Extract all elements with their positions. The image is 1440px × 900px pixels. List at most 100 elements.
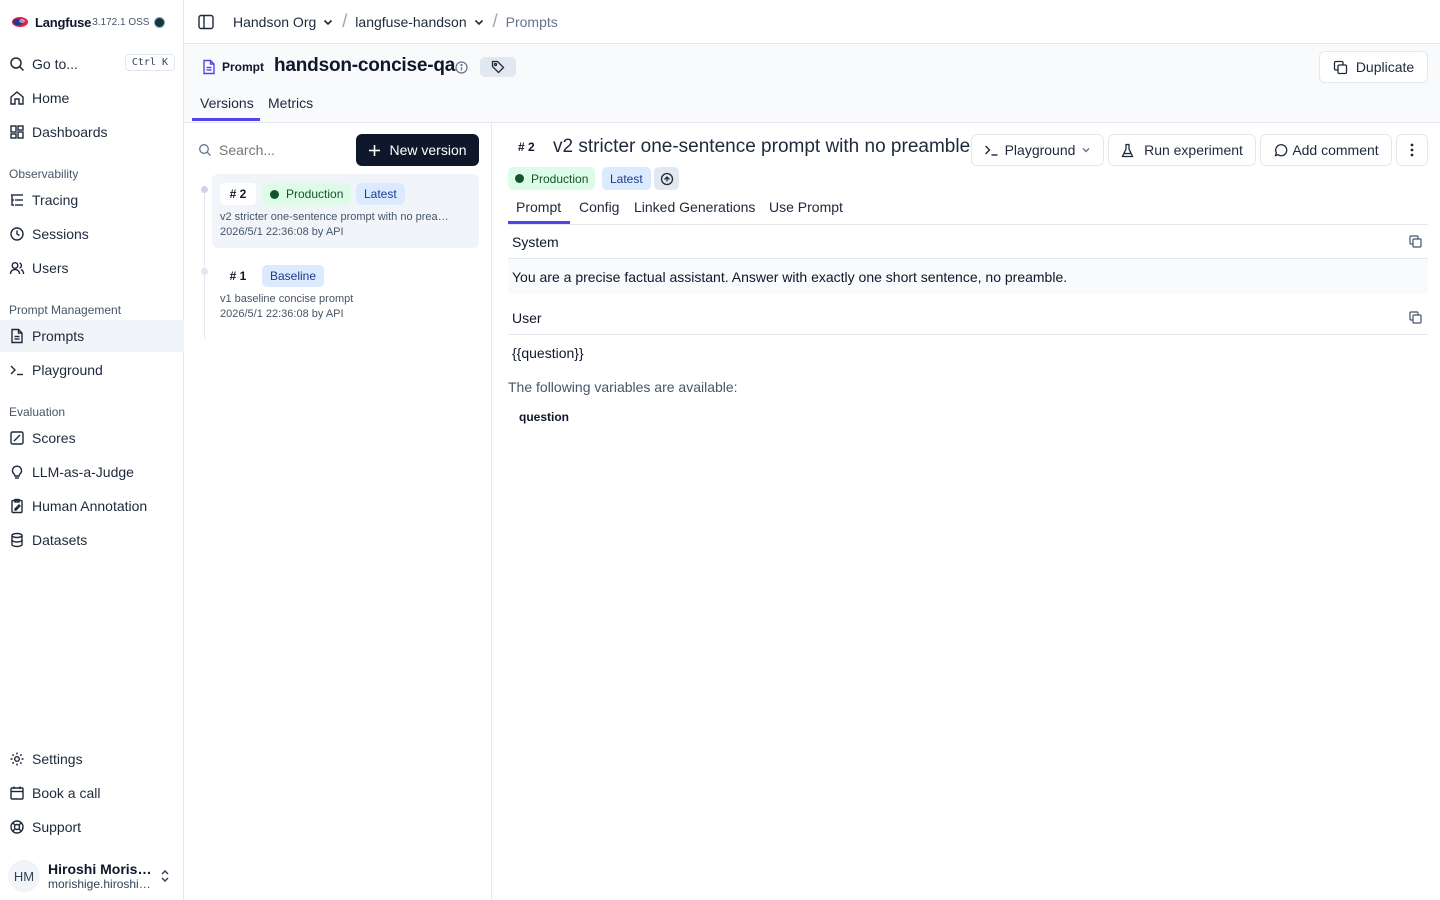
flask-icon bbox=[1121, 143, 1134, 158]
breadcrumb-page[interactable]: Prompts bbox=[506, 14, 558, 30]
search-box[interactable] bbox=[198, 137, 348, 163]
avatar: HM bbox=[8, 860, 40, 892]
sidebar-item-support[interactable]: Support bbox=[0, 811, 184, 843]
chevron-down-icon bbox=[1081, 145, 1091, 155]
sidebar-item-users[interactable]: Users bbox=[0, 252, 184, 284]
tab-versions[interactable]: Versions bbox=[200, 95, 254, 111]
chevrons-up-down-icon bbox=[158, 868, 172, 884]
dashboard-icon bbox=[9, 124, 25, 140]
version-item-2[interactable]: # 2 Production Latest v2 stricter one-se… bbox=[212, 174, 479, 248]
production-label: Production bbox=[531, 171, 589, 186]
breadcrumb-separator: / bbox=[342, 11, 348, 31]
playground-button[interactable]: Playground bbox=[971, 134, 1104, 166]
sidebar-item-dashboards[interactable]: Dashboards bbox=[0, 116, 184, 148]
message-user-header: User bbox=[508, 301, 1428, 335]
brand[interactable]: Langfuse 3.172.1 OSS bbox=[0, 0, 184, 44]
sidebar-item-label: Dashboards bbox=[32, 124, 108, 140]
sidebar-item-llm-judge[interactable]: LLM-as-a-Judge bbox=[0, 456, 184, 488]
copy-icon[interactable] bbox=[1409, 235, 1422, 248]
user-menu[interactable]: HM Hiroshi Moris… morishige.hiroshi… bbox=[0, 856, 184, 896]
breadcrumb-org[interactable]: Handson Org bbox=[233, 14, 334, 30]
page-title: handson-concise-qa bbox=[274, 55, 456, 76]
add-tag-button[interactable] bbox=[480, 57, 516, 77]
version-detail: # 2 v2 stricter one-sentence prompt with… bbox=[492, 123, 1440, 900]
sidebar-item-settings[interactable]: Settings bbox=[0, 743, 184, 775]
sidebar-item-prompts[interactable]: Prompts bbox=[0, 320, 184, 352]
sidebar-item-human-annotation[interactable]: Human Annotation bbox=[0, 490, 184, 522]
sidebar-item-playground[interactable]: Playground bbox=[0, 354, 184, 386]
clipboard-pen-icon bbox=[9, 498, 25, 514]
baseline-badge: Baseline bbox=[262, 265, 325, 287]
new-version-label: New version bbox=[389, 142, 467, 158]
production-badge: Production bbox=[508, 167, 596, 190]
versions-panel: New version # 2 Production Latest v2 str… bbox=[184, 123, 492, 900]
latest-badge: Latest bbox=[602, 167, 651, 190]
sidebar-item-label: Support bbox=[32, 819, 82, 835]
tab-versions-indicator bbox=[192, 118, 260, 121]
prompt-kind-label: Prompt bbox=[222, 60, 264, 74]
breadcrumb-project[interactable]: langfuse-handson bbox=[355, 14, 484, 30]
goto-command[interactable]: Go to... Ctrl K bbox=[0, 48, 184, 80]
version-meta: 2026/5/1 22:36:08 by API bbox=[220, 308, 344, 320]
section-prompt-management: Prompt Management bbox=[9, 303, 122, 317]
duplicate-label: Duplicate bbox=[1355, 59, 1415, 75]
prompt-header: Prompt handson-concise-qa Duplicate Vers… bbox=[184, 45, 1440, 123]
sidebar-item-label: Tracing bbox=[32, 192, 79, 208]
edit-labels-button[interactable] bbox=[654, 167, 679, 190]
search-icon bbox=[198, 143, 212, 157]
sidebar-item-label: Book a call bbox=[32, 785, 101, 801]
sidebar-item-datasets[interactable]: Datasets bbox=[0, 524, 184, 556]
tag-icon bbox=[491, 60, 505, 74]
lightbulb-icon bbox=[9, 464, 25, 480]
tab-metrics[interactable]: Metrics bbox=[268, 95, 313, 111]
sidebar-item-label: Sessions bbox=[32, 226, 89, 242]
circle-arrow-icon bbox=[660, 172, 674, 186]
home-icon bbox=[9, 90, 25, 106]
status-indicator bbox=[155, 17, 165, 27]
sidebar-toggle-icon[interactable] bbox=[197, 13, 215, 31]
breadcrumb-org-label: Handson Org bbox=[233, 13, 317, 30]
message-user-content: {{question}} bbox=[512, 345, 584, 361]
sidebar-item-label: Playground bbox=[32, 362, 103, 378]
database-icon bbox=[9, 532, 25, 548]
add-comment-label: Add comment bbox=[1292, 142, 1379, 158]
tab-use-prompt[interactable]: Use Prompt bbox=[769, 199, 843, 215]
status-dot bbox=[515, 174, 524, 183]
version-item-1[interactable]: # 1 Baseline v1 baseline concise prompt … bbox=[212, 256, 479, 330]
tab-linked-generations[interactable]: Linked Generations bbox=[634, 199, 755, 215]
clock-icon bbox=[9, 226, 25, 242]
new-version-button[interactable]: New version bbox=[356, 134, 479, 166]
chevron-down-icon bbox=[322, 16, 334, 28]
add-comment-button[interactable]: Add comment bbox=[1260, 134, 1392, 166]
search-input[interactable] bbox=[219, 142, 339, 158]
brand-version: 3.172.1 OSS bbox=[92, 16, 150, 28]
duplicate-button[interactable]: Duplicate bbox=[1319, 51, 1428, 83]
playground-label: Playground bbox=[1004, 142, 1076, 158]
variables-label: The following variables are available: bbox=[508, 379, 738, 395]
sidebar-item-sessions[interactable]: Sessions bbox=[0, 218, 184, 250]
terminal-icon bbox=[9, 362, 25, 378]
plus-icon bbox=[368, 144, 381, 157]
sidebar-item-tracing[interactable]: Tracing bbox=[0, 184, 184, 216]
sidebar-item-label: Datasets bbox=[32, 532, 88, 548]
timeline-line bbox=[204, 187, 205, 339]
message-circle-icon bbox=[1273, 143, 1288, 158]
breadcrumb-project-label: langfuse-handson bbox=[355, 13, 467, 30]
sidebar-item-label: Home bbox=[32, 90, 70, 106]
copy-icon bbox=[1333, 60, 1348, 75]
goto-shortcut: Ctrl K bbox=[124, 54, 175, 71]
sidebar-item-home[interactable]: Home bbox=[0, 82, 184, 114]
timeline-dot bbox=[201, 268, 208, 275]
copy-icon[interactable] bbox=[1409, 311, 1422, 324]
info-icon[interactable] bbox=[455, 61, 468, 74]
square-percent-icon bbox=[9, 430, 25, 446]
tab-prompt[interactable]: Prompt bbox=[516, 199, 561, 215]
sidebar-item-scores[interactable]: Scores bbox=[0, 422, 184, 454]
topbar: Handson Org / langfuse-handson / Prompts bbox=[184, 0, 1440, 44]
sidebar-item-label: LLM-as-a-Judge bbox=[32, 464, 134, 480]
run-experiment-button[interactable]: Run experiment bbox=[1108, 134, 1256, 166]
tab-config[interactable]: Config bbox=[579, 199, 619, 215]
search-icon bbox=[9, 56, 25, 72]
more-options-button[interactable] bbox=[1396, 134, 1428, 166]
sidebar-item-book-call[interactable]: Book a call bbox=[0, 777, 184, 809]
